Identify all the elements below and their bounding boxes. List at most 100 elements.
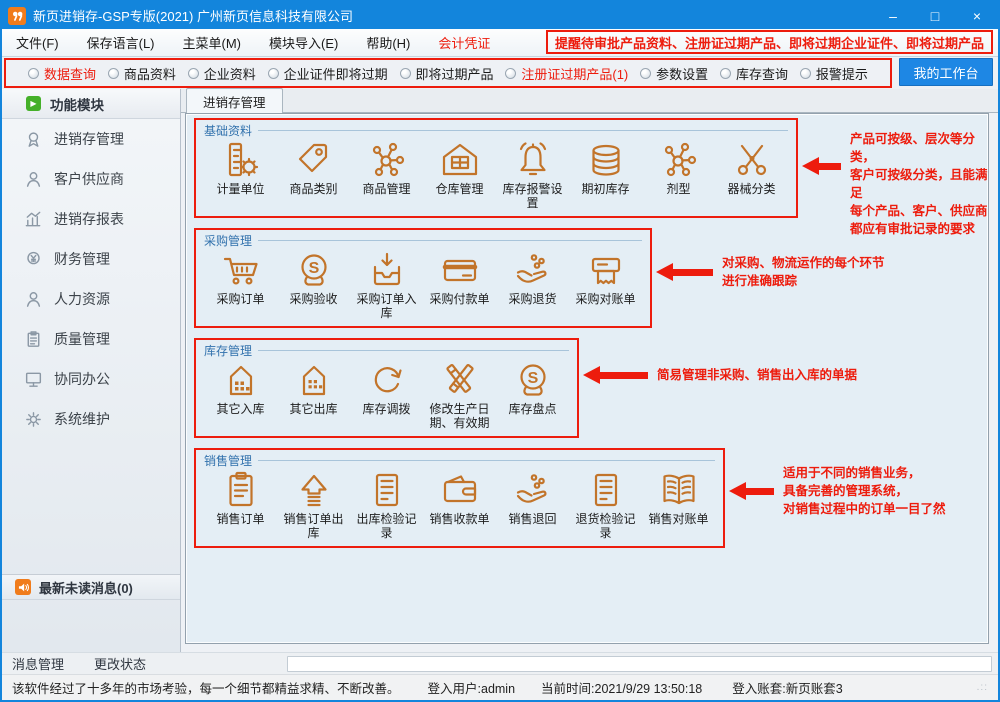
footer-field [287, 656, 992, 672]
menu-item[interactable]: 保存语言(L) [87, 33, 155, 52]
sidebar-header: ▶ 功能模块 [2, 89, 180, 119]
section-header: 基础资料 [204, 122, 788, 138]
tab-inventory-management[interactable]: 进销存管理 [186, 88, 283, 113]
close-button[interactable]: × [956, 2, 998, 29]
module-item-label: 采购订单入库 [354, 292, 420, 320]
section-box: 库存管理其它入库其它出库库存调拨修改生产日期、有效期S库存盘点 [194, 338, 579, 438]
module-item-label: 采购退货 [508, 292, 556, 306]
sidebar-item-label: 进销存报表 [54, 209, 124, 229]
status-account-set: 登入账套:新页账套3 [732, 678, 842, 697]
module-item[interactable]: 出库检验记录 [350, 468, 423, 540]
module-item[interactable]: 其它入库 [204, 358, 277, 430]
speaker-icon [15, 579, 31, 595]
menu-item[interactable]: 会计凭证 [438, 33, 490, 52]
module-item-label: 销售订单 [216, 512, 264, 526]
sidebar-item-label: 系统维护 [54, 409, 110, 429]
resize-grip-icon[interactable]: .:: [977, 682, 988, 693]
sidebar-item[interactable]: 协同办公 [2, 359, 180, 399]
sidebar-item[interactable]: 质量管理 [2, 319, 180, 359]
module-item[interactable]: 仓库管理 [423, 138, 496, 210]
status-current-time: 当前时间:2021/9/29 13:50:18 [541, 678, 702, 697]
section-divider [258, 240, 642, 241]
warehouse-icon [440, 140, 480, 180]
toolbar-item[interactable]: 企业资料 [188, 64, 256, 83]
module-item-label: 销售退回 [508, 512, 556, 526]
menu-item[interactable]: 模块导入(E) [269, 33, 338, 52]
menu-item[interactable]: 文件(F) [16, 33, 59, 52]
module-item[interactable]: 采购付款单 [423, 248, 496, 320]
module-item[interactable]: 销售收款单 [423, 468, 496, 540]
module-item[interactable]: 销售订单出库 [277, 468, 350, 540]
sidebar-item-label: 财务管理 [54, 249, 110, 269]
module-item[interactable]: S采购验收 [277, 248, 350, 320]
left-arrow-icon [583, 366, 648, 384]
messages-bar[interactable]: 最新未读消息(0) [2, 574, 180, 600]
toolbar-item[interactable]: 库存查询 [720, 64, 788, 83]
bank-card-icon [440, 250, 480, 290]
sidebar-item[interactable]: 进销存管理 [2, 119, 180, 159]
toolbar-item-label: 商品资料 [124, 64, 176, 83]
scissors-icon [732, 140, 772, 180]
sidebar-item-label: 质量管理 [54, 329, 110, 349]
module-item[interactable]: 库存报警设置 [496, 138, 569, 210]
annotation-text: 简易管理非采购、销售出入库的单据 [657, 366, 857, 384]
workbench-button[interactable]: 我的工作台 [899, 58, 993, 86]
sidebar-item[interactable]: 财务管理 [2, 239, 180, 279]
minimize-button[interactable]: – [872, 2, 914, 29]
hand-coins-icon [513, 250, 553, 290]
sidebar-item[interactable]: 人力资源 [2, 279, 180, 319]
module-item[interactable]: 退货检验记录 [569, 468, 642, 540]
module-item[interactable]: 采购订单 [204, 248, 277, 320]
stamp-icon: S [294, 250, 334, 290]
svg-text:S: S [308, 260, 319, 277]
window-controls: – □ × [872, 2, 998, 29]
section-box: 采购管理采购订单S采购验收采购订单入库采购付款单采购退货采购对账单 [194, 228, 652, 328]
menu-item[interactable]: 主菜单(M) [183, 33, 242, 52]
module-item[interactable]: S库存盘点 [496, 358, 569, 430]
module-item[interactable]: 库存调拨 [350, 358, 423, 430]
toolbar-item-label: 参数设置 [656, 64, 708, 83]
module-item[interactable]: 器械分类 [715, 138, 788, 210]
module-item[interactable]: 其它出库 [277, 358, 350, 430]
module-item-label: 器械分类 [727, 182, 775, 196]
arrow-up-icon [294, 470, 334, 510]
footer-link[interactable]: 更改状态 [94, 654, 146, 673]
module-item[interactable]: 计量单位 [204, 138, 277, 210]
module-item[interactable]: 商品管理 [350, 138, 423, 210]
sidebar-item-label: 客户供应商 [54, 169, 124, 189]
toolbar-item-label: 企业资料 [204, 64, 256, 83]
sidebar-item-label: 人力资源 [54, 289, 110, 309]
maximize-button[interactable]: □ [914, 2, 956, 29]
module-item[interactable]: 剂型 [642, 138, 715, 210]
finance-icon [24, 250, 43, 269]
module-item[interactable]: 期初库存 [569, 138, 642, 210]
toolbar-item[interactable]: 参数设置 [640, 64, 708, 83]
module-item[interactable]: 采购对账单 [569, 248, 642, 320]
status-orb-icon [188, 68, 199, 79]
sidebar-item[interactable]: 客户供应商 [2, 159, 180, 199]
module-item-label: 销售对账单 [648, 512, 708, 526]
sidebar-item[interactable]: 系统维护 [2, 399, 180, 439]
module-item[interactable]: 采购订单入库 [350, 248, 423, 320]
toolbar-item[interactable]: 数据查询 [28, 64, 96, 83]
module-item[interactable]: 销售对账单 [642, 468, 715, 540]
module-item[interactable]: 修改生产日期、有效期 [423, 358, 496, 430]
module-item[interactable]: 商品类别 [277, 138, 350, 210]
annotation: 适用于不同的销售业务， 具备完善的管理系统， 对销售过程中的订单一目了然 [729, 464, 946, 518]
toolbar-item[interactable]: 即将过期产品 [400, 64, 494, 83]
menu-item[interactable]: 帮助(H) [366, 33, 410, 52]
module-item[interactable]: 销售订单 [204, 468, 277, 540]
warehouse-out-icon [294, 360, 334, 400]
module-item-label: 库存盘点 [508, 402, 556, 416]
annotation-text: 适用于不同的销售业务， 具备完善的管理系统， 对销售过程中的订单一目了然 [783, 464, 946, 518]
sidebar-item[interactable]: 进销存报表 [2, 199, 180, 239]
toolbar-item[interactable]: 报警提示 [800, 64, 868, 83]
gear-icon [24, 410, 43, 429]
footer-link[interactable]: 消息管理 [12, 654, 64, 673]
toolbar-item[interactable]: 企业证件即将过期 [268, 64, 388, 83]
toolbar-item[interactable]: 商品资料 [108, 64, 176, 83]
toolbar-item-label: 企业证件即将过期 [284, 64, 388, 83]
toolbar-item[interactable]: 注册证过期产品(1) [505, 64, 628, 83]
module-item[interactable]: 销售退回 [496, 468, 569, 540]
module-item[interactable]: 采购退货 [496, 248, 569, 320]
